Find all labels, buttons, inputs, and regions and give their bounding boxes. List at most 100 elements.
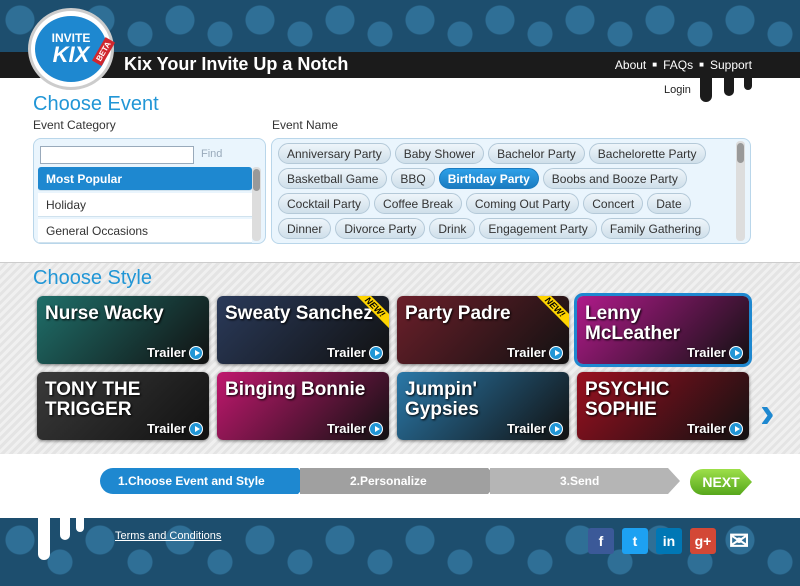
trailer-button[interactable]: Trailer: [507, 421, 563, 436]
style-tile[interactable]: Binging Bonnie Trailer: [217, 372, 389, 440]
style-name: Binging Bonnie: [225, 379, 366, 400]
style-name: Sweaty Sanchez: [225, 303, 373, 324]
choose-event-title: Choose Event: [33, 93, 159, 115]
trailer-label: Trailer: [686, 345, 726, 360]
logo-badge: INVITE KIX: [35, 16, 107, 82]
choose-style-title: Choose Style: [33, 267, 152, 289]
event-name-label: Event Name: [272, 118, 339, 132]
event-name-tag[interactable]: Anniversary Party: [278, 143, 391, 164]
trailer-button[interactable]: Trailer: [147, 421, 203, 436]
nav-separator: ■: [699, 60, 704, 69]
event-name-tag[interactable]: Cocktail Party: [278, 193, 371, 214]
event-name-tag[interactable]: Concert: [583, 193, 644, 214]
event-name-tag[interactable]: BBQ: [391, 168, 435, 189]
trailer-button[interactable]: Trailer: [507, 345, 563, 360]
event-name-tag[interactable]: Date: [647, 193, 691, 214]
event-name-scrollbar[interactable]: [736, 141, 745, 241]
trailer-button[interactable]: Trailer: [327, 421, 383, 436]
login-link[interactable]: Login: [664, 84, 691, 96]
trailer-label: Trailer: [686, 421, 726, 436]
facebook-icon[interactable]: f: [588, 528, 614, 554]
nav-faqs[interactable]: FAQs: [663, 58, 693, 72]
event-name-tag[interactable]: Birthday Party: [438, 168, 539, 189]
email-icon[interactable]: ✉: [726, 528, 752, 555]
event-name-scroll-thumb[interactable]: [737, 143, 744, 163]
style-name: Jumpin' Gypsies: [405, 379, 479, 420]
category-scrollbar[interactable]: [252, 167, 261, 241]
style-name: TONY THE TRIGGER: [45, 379, 141, 420]
trailer-label: Trailer: [506, 345, 546, 360]
googleplus-icon[interactable]: g+: [690, 528, 716, 554]
top-nav: About ■ FAQs ■ Support: [615, 58, 752, 72]
linkedin-icon[interactable]: in: [656, 528, 682, 554]
style-tile[interactable]: Party Padre Trailer NEW!: [397, 296, 569, 364]
trailer-label: Trailer: [146, 345, 186, 360]
footer-drip: [38, 516, 50, 560]
logo-text-kix: KIX: [52, 42, 90, 67]
progress-steps: 1.Choose Event and Style 2.Personalize 3…: [100, 468, 682, 494]
event-name-tag[interactable]: Drink: [429, 218, 476, 239]
event-name-tag[interactable]: Family Gathering: [600, 218, 711, 239]
event-name-tag[interactable]: Baby Shower: [394, 143, 485, 164]
category-scroll-thumb[interactable]: [253, 169, 260, 191]
find-button[interactable]: Find: [201, 148, 222, 160]
play-icon: [549, 345, 563, 360]
category-most-popular[interactable]: Most Popular: [38, 167, 252, 191]
trailer-button[interactable]: Trailer: [327, 345, 383, 360]
trailer-button[interactable]: Trailer: [687, 421, 743, 436]
event-name-tag[interactable]: Coming Out Party: [465, 193, 580, 214]
twitter-icon[interactable]: t: [622, 528, 648, 554]
header-pattern: [0, 0, 800, 52]
play-icon: [189, 421, 203, 436]
trailer-button[interactable]: Trailer: [147, 345, 203, 360]
style-tile[interactable]: Nurse Wacky Trailer: [37, 296, 209, 364]
event-name-tag[interactable]: Boobs and Booze Party: [542, 168, 687, 189]
style-tile[interactable]: Sweaty Sanchez Trailer NEW!: [217, 296, 389, 364]
next-button[interactable]: NEXT: [690, 469, 752, 495]
trailer-label: Trailer: [326, 421, 366, 436]
event-name-tag[interactable]: Bachelorette Party: [588, 143, 706, 164]
terms-link[interactable]: Terms and Conditions: [115, 530, 221, 542]
event-name-tag[interactable]: Basketball Game: [278, 168, 388, 189]
event-name-tag[interactable]: Bachelor Party: [488, 143, 585, 164]
play-icon: [369, 421, 383, 436]
play-icon: [729, 345, 743, 360]
play-icon: [189, 345, 203, 360]
footer-drip: [76, 516, 84, 532]
category-holiday[interactable]: Holiday: [38, 193, 252, 217]
event-name-tag[interactable]: Coffee Break: [374, 193, 462, 214]
nav-support[interactable]: Support: [710, 58, 752, 72]
play-icon: [729, 421, 743, 436]
event-name-tag[interactable]: Divorce Party: [335, 218, 426, 239]
trailer-label: Trailer: [506, 421, 546, 436]
header-drip: [700, 76, 712, 102]
step-choose-event-style[interactable]: 1.Choose Event and Style: [100, 468, 310, 494]
category-search-input[interactable]: [40, 146, 194, 164]
event-category-label: Event Category: [33, 118, 116, 132]
step-send[interactable]: 3.Send: [490, 468, 680, 494]
style-name: Nurse Wacky: [45, 303, 164, 324]
nav-separator: ■: [652, 60, 658, 69]
style-name: Party Padre: [405, 303, 511, 324]
header-drip: [724, 76, 734, 96]
style-tile[interactable]: Lenny McLeather Trailer: [574, 293, 752, 367]
style-tile[interactable]: TONY THE TRIGGER Trailer: [37, 372, 209, 440]
style-name: PSYCHIC SOPHIE: [585, 379, 670, 420]
event-name-tag[interactable]: Dinner: [278, 218, 332, 239]
header-drip: [744, 76, 752, 90]
trailer-button[interactable]: Trailer: [687, 345, 743, 360]
category-general-occasions[interactable]: General Occasions: [38, 219, 252, 243]
next-styles-arrow-icon[interactable]: ›: [760, 388, 775, 438]
step-personalize[interactable]: 2.Personalize: [300, 468, 500, 494]
trailer-label: Trailer: [326, 345, 366, 360]
trailer-label: Trailer: [146, 421, 186, 436]
footer-drip: [60, 516, 70, 540]
event-name-tag[interactable]: Engagement Party: [479, 218, 597, 239]
style-name: Lenny McLeather: [585, 303, 681, 344]
nav-about[interactable]: About: [615, 58, 646, 72]
style-tile[interactable]: PSYCHIC SOPHIE Trailer: [577, 372, 749, 440]
style-tile[interactable]: Jumpin' Gypsies Trailer: [397, 372, 569, 440]
tagline: Kix Your Invite Up a Notch: [124, 54, 349, 74]
event-name-list: Anniversary Party Baby Shower Bachelor Par…: [278, 143, 734, 239]
play-icon: [549, 421, 563, 436]
